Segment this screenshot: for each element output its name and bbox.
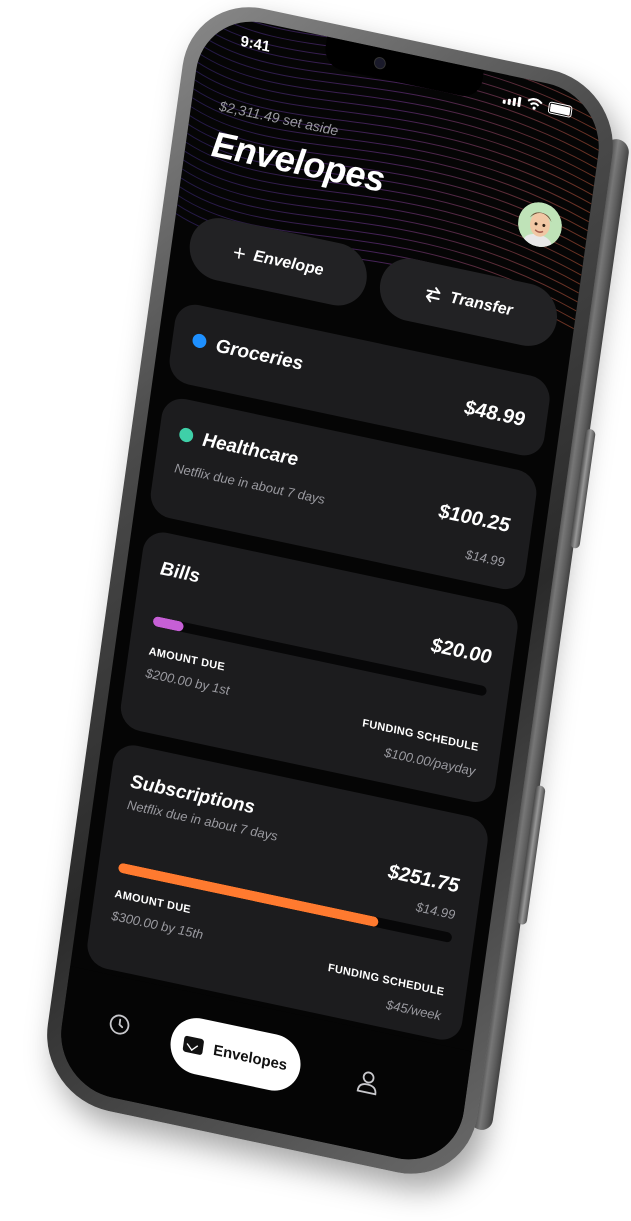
transfer-label: Transfer (448, 289, 514, 320)
tab-envelopes-label: Envelopes (212, 1041, 289, 1074)
funding-schedule-value: $45/week (385, 996, 442, 1024)
tab-history[interactable] (106, 1011, 131, 1043)
envelope-name: Groceries (214, 335, 305, 375)
battery-icon (547, 100, 573, 118)
transfer-arrows-icon (425, 287, 441, 303)
phone-device: 9:41 $2,311.49 set aside Envelopes + Env… (37, 0, 631, 1188)
envelope-amount: $20.00 (429, 634, 493, 669)
funding-schedule-label: FUNDING SCHEDULE (327, 961, 445, 999)
envelope-name: Healthcare (201, 429, 300, 471)
screen: 9:41 $2,311.49 set aside Envelopes + Env… (53, 10, 607, 1171)
groceries-color-dot (191, 332, 208, 350)
envelope-note: Netflix due in about 7 days (173, 460, 326, 508)
envelope-note-amount: $14.99 (464, 546, 506, 570)
stage: 9:41 $2,311.49 set aside Envelopes + Env… (0, 0, 631, 1221)
plus-icon: + (231, 239, 248, 267)
envelope-name: Bills (158, 558, 202, 588)
healthcare-color-dot (178, 426, 195, 444)
funding-progress-fill (152, 615, 184, 633)
envelope-amount: $251.75 (386, 860, 461, 898)
person-icon (356, 1071, 377, 1096)
wifi-icon (527, 97, 543, 110)
envelope-icon (182, 1035, 205, 1056)
tab-envelopes[interactable]: Envelopes (166, 1012, 305, 1096)
clock-icon (109, 1014, 130, 1035)
signal-icon (502, 93, 522, 107)
add-envelope-label: Envelope (252, 247, 325, 280)
envelope-amount: $48.99 (463, 396, 527, 432)
envelope-amount: $100.25 (437, 500, 512, 538)
envelope-note-amount: $14.99 (415, 899, 457, 923)
tab-profile[interactable] (355, 1068, 381, 1102)
funding-schedule-label: FUNDING SCHEDULE (361, 717, 480, 754)
